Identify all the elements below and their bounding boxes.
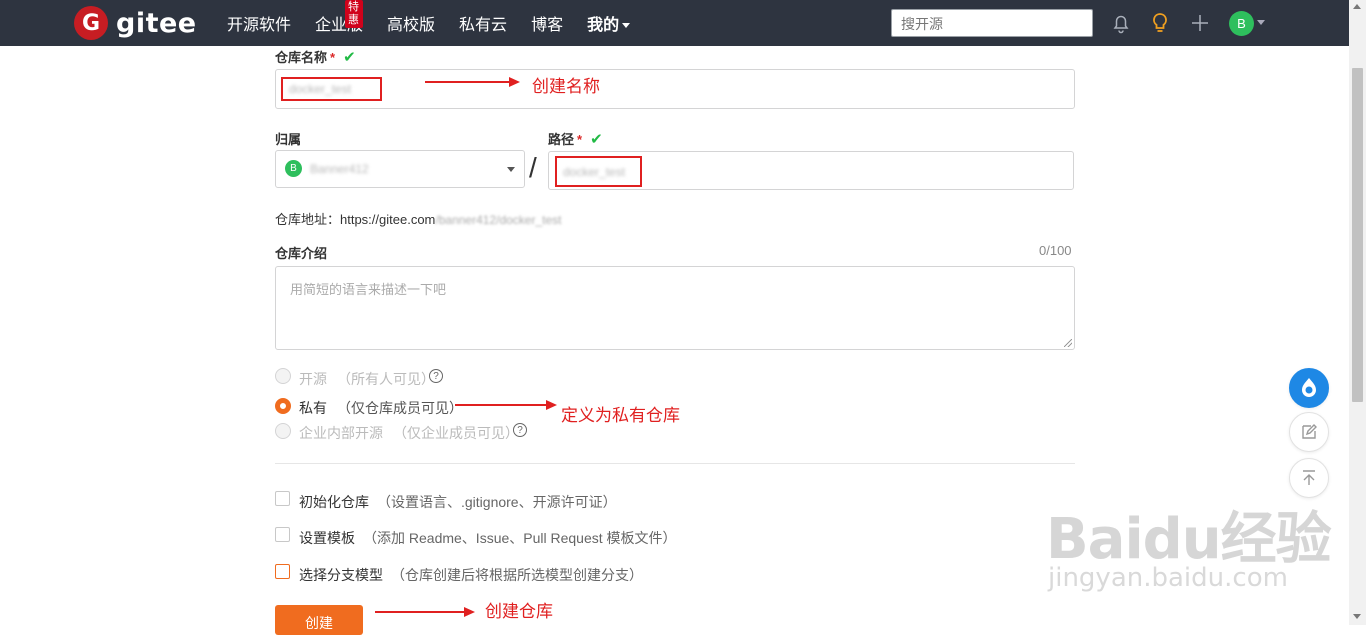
owner-value: Banner412 [310,162,369,176]
gitee-logo[interactable]: G gitee [74,6,197,40]
repo-name-label-text: 仓库名称 [275,50,328,65]
check-icon: ✔ [343,49,356,66]
branch-model-label[interactable]: 选择分支模型 （仓库创建后将根据所选模型创建分支） [299,565,643,585]
user-avatar[interactable]: B [1229,11,1254,36]
radio-enterprise-internal-label: 企业内部开源 （仅企业成员可见） [299,423,519,443]
help-icon[interactable]: ? [513,423,527,437]
path-label: 路径 * ✔ [548,129,603,148]
chat-icon [1302,378,1316,397]
nav-blog[interactable]: 博客 [531,11,563,35]
repo-name-label: 仓库名称 * ✔ [275,47,356,66]
radio-open-source-label: 开源 （所有人可见） [299,369,435,389]
annotation-name: 创建名称 [532,77,600,96]
intro-label: 仓库介绍 [275,246,328,261]
option-hint: （设置语言、.gitignore、开源许可证） [377,494,617,510]
arrow-annotation [375,607,475,617]
repo-address: 仓库地址：https://gitee.com/banner412/docker_… [275,209,561,228]
help-icon[interactable]: ? [429,369,443,383]
plus-icon[interactable] [1188,11,1212,35]
option-label: 设置模板 [299,530,355,546]
chevron-down-icon [622,23,631,29]
owner-avatar: B [285,160,302,177]
intro-textarea[interactable]: 用简短的语言来描述一下吧 [275,266,1075,350]
repo-address-path: /banner412/docker_test [435,213,562,227]
scrollbar-thumb[interactable] [1352,68,1363,402]
option-hint: （添加 Readme、Issue、Pull Request 模板文件） [363,530,677,546]
option-hint: （仅企业成员可见） [393,425,519,441]
chat-button[interactable] [1289,368,1329,408]
resize-handle[interactable] [1064,339,1072,347]
option-label: 私有 [299,400,327,416]
arrow-annotation [425,77,520,87]
baidu-watermark-url: jingyan.baidu.com [1048,563,1288,593]
lightbulb-icon[interactable] [1148,11,1172,35]
path-separator: / [529,152,537,183]
intro-counter: 0/100 [1039,243,1072,258]
nav-enterprise[interactable]: 企业版 特惠 [315,0,364,35]
nav-open-source[interactable]: 开源软件 [227,11,291,35]
arrow-annotation [455,400,557,410]
logo-badge: G [74,6,108,40]
search-input[interactable]: 搜开源 [891,9,1093,37]
divider [275,463,1075,464]
init-repo-checkbox[interactable] [275,491,290,506]
chevron-down-icon[interactable] [507,167,515,172]
option-label: 初始化仓库 [299,494,369,510]
back-to-top-button[interactable] [1289,458,1329,498]
scroll-down-icon[interactable] [1353,614,1361,619]
branch-model-checkbox[interactable] [275,564,290,579]
annotation-private: 定义为私有仓库 [561,406,680,425]
option-label: 企业内部开源 [299,425,383,441]
scroll-up-icon[interactable] [1353,4,1361,9]
nav-private-cloud[interactable]: 私有云 [459,11,507,35]
chevron-down-icon[interactable] [1257,20,1265,25]
check-icon: ✔ [590,131,603,148]
repo-address-prefix: 仓库地址：https://gitee.com [275,212,436,227]
path-label-text: 路径 [548,132,575,147]
intro-placeholder: 用简短的语言来描述一下吧 [290,282,447,297]
template-checkbox[interactable] [275,527,290,542]
feedback-button[interactable] [1289,412,1329,452]
radio-open-source [275,368,291,384]
repo-name-input[interactable] [275,69,1075,109]
radio-private[interactable] [275,398,291,414]
nav-mine-label: 我的 [587,17,620,34]
nav-education[interactable]: 高校版 [387,11,435,35]
owner-label: 归属 [275,132,302,147]
option-hint: （所有人可见） [337,371,435,387]
highlight-box-path [555,156,642,187]
nav-mine[interactable]: 我的 [587,11,631,35]
bell-icon[interactable] [1109,11,1133,35]
template-label[interactable]: 设置模板 （添加 Readme、Issue、Pull Request 模板文件） [299,528,677,548]
highlight-box-name [281,77,382,101]
required-mark: * [330,50,336,65]
edit-icon [1302,424,1317,439]
main-nav: 开源软件 企业版 特惠 高校版 私有云 博客 我的 [227,0,654,46]
option-hint: （仓库创建后将根据所选模型创建分支） [391,567,643,583]
create-button[interactable]: 创建 [275,605,363,635]
back-to-top-icon [1303,470,1315,485]
option-label: 开源 [299,371,327,387]
init-repo-label[interactable]: 初始化仓库 （设置语言、.gitignore、开源许可证） [299,492,617,512]
annotation-create: 创建仓库 [485,602,553,621]
radio-enterprise-internal [275,423,291,439]
radio-private-label[interactable]: 私有 （仅仓库成员可见） [299,398,463,418]
top-nav-bar: G gitee 开源软件 企业版 特惠 高校版 私有云 博客 我的 搜开源 B [0,0,1349,46]
promo-badge: 特惠 [345,0,364,28]
logo-text: gitee [116,7,197,39]
option-label: 选择分支模型 [299,567,383,583]
required-mark: * [577,132,583,147]
option-hint: （仅仓库成员可见） [337,400,463,416]
